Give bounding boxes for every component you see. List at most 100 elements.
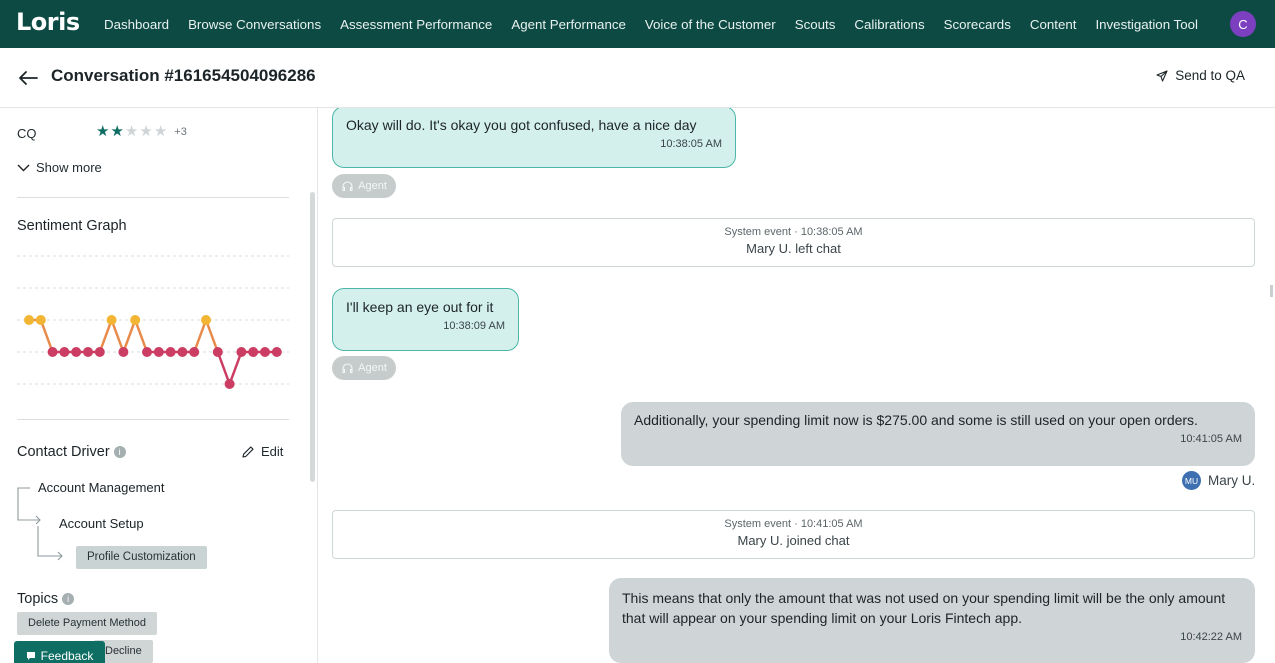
headset-icon — [342, 180, 353, 191]
nav-browse-conversations[interactable]: Browse Conversations — [188, 17, 321, 32]
send-to-qa-button[interactable]: Send to QA — [1156, 68, 1245, 83]
sentiment-point[interactable] — [153, 347, 164, 357]
agent-message: Okay will do. It's okay you got confused… — [332, 108, 736, 168]
message-timestamp: 10:41:05 AM — [1180, 433, 1242, 445]
user-avatar[interactable]: C — [1230, 11, 1256, 37]
star-icon: ★ — [124, 123, 139, 140]
sentiment-point[interactable] — [106, 315, 117, 325]
conversation-header: Conversation #161654504096286 Send to QA — [0, 48, 1275, 108]
nav-dashboard[interactable]: Dashboard — [104, 17, 169, 32]
back-arrow-icon[interactable] — [16, 66, 40, 90]
nav-assessment-performance[interactable]: Assessment Performance — [340, 17, 492, 32]
sentiment-point[interactable] — [212, 347, 223, 357]
contact-driver-title: Contact Driver i — [17, 444, 126, 460]
message-timestamp: 10:42:22 AM — [1180, 631, 1242, 643]
sentiment-point[interactable] — [83, 347, 93, 357]
loris-logo[interactable]: Loris — [16, 8, 80, 36]
sentiment-point[interactable] — [165, 347, 176, 357]
chat-scrollbar[interactable] — [1270, 285, 1273, 297]
left-panel: CQ ★ ★ ★ ★ ★ +3 Show more Sentiment Grap… — [0, 108, 318, 663]
sentiment-point[interactable] — [271, 347, 282, 357]
sentiment-segment — [122, 319, 137, 353]
left-scrollbar[interactable] — [310, 192, 315, 482]
nav-links: Dashboard Browse Conversations Assessmen… — [104, 0, 1217, 48]
system-event-meta: System event · 10:38:05 AM — [724, 226, 863, 238]
sentiment-graph — [17, 255, 289, 389]
system-event: System event · 10:38:05 AM Mary U. left … — [332, 218, 1255, 267]
sentiment-point[interactable] — [236, 347, 247, 357]
send-icon — [1156, 69, 1168, 82]
customer-author: MU Mary U. — [1182, 471, 1255, 490]
sentiment-segment — [110, 319, 125, 353]
send-to-qa-label: Send to QA — [1175, 68, 1245, 83]
system-event-message: Mary U. left chat — [746, 241, 841, 256]
sentiment-point[interactable] — [189, 347, 200, 357]
sentiment-segment — [228, 351, 243, 385]
edit-label: Edit — [261, 444, 284, 459]
nav-voice-of-customer[interactable]: Voice of the Customer — [645, 17, 776, 32]
cq-label: CQ — [17, 126, 37, 141]
sentiment-point[interactable] — [260, 347, 270, 357]
agent-tag: Agent — [332, 356, 396, 380]
sentiment-segment — [193, 319, 208, 353]
star-icon: ★ — [139, 123, 153, 140]
divider — [17, 419, 289, 420]
nav-scorecards[interactable]: Scorecards — [944, 17, 1011, 32]
sentiment-point[interactable] — [201, 315, 211, 325]
star-icon: ★ — [153, 123, 168, 140]
cq-star-rating: ★ ★ ★ ★ ★ +3 — [96, 124, 187, 140]
info-icon[interactable]: i — [113, 446, 126, 459]
sentiment-point[interactable] — [118, 347, 129, 357]
show-more-button[interactable]: Show more — [17, 160, 102, 175]
customer-message: This means that only the amount that was… — [609, 578, 1255, 663]
edit-contact-driver-button[interactable]: Edit — [241, 444, 283, 459]
system-event-message: Mary U. joined chat — [737, 533, 850, 548]
sentiment-point[interactable] — [248, 347, 259, 357]
nav-scouts[interactable]: Scouts — [795, 17, 836, 32]
sentiment-point[interactable] — [24, 315, 34, 325]
message-text: I'll keep an eye out for it — [346, 299, 494, 315]
nav-agent-performance[interactable]: Agent Performance — [511, 17, 626, 32]
topic-chip[interactable]: Delete Payment Method — [17, 612, 158, 635]
sentiment-point[interactable] — [224, 379, 235, 389]
cq-more-count: +3 — [174, 126, 187, 138]
top-nav: Loris Dashboard Browse Conversations Ass… — [0, 0, 1275, 48]
sentiment-segment — [204, 319, 219, 353]
sentiment-segment — [39, 319, 54, 353]
sentiment-segment — [98, 319, 113, 353]
sentiment-segment — [216, 351, 231, 385]
system-event: System event · 10:41:05 AM Mary U. joine… — [332, 510, 1255, 559]
sentiment-point[interactable] — [142, 347, 152, 357]
message-timestamp: 10:38:05 AM — [660, 138, 722, 150]
feedback-button[interactable]: Feedback — [14, 641, 105, 663]
feedback-label: Feedback — [40, 649, 94, 663]
sentiment-point[interactable] — [47, 347, 58, 357]
customer-name: Mary U. — [1208, 473, 1256, 488]
sentiment-point[interactable] — [94, 347, 105, 357]
divider — [17, 197, 289, 198]
agent-message: I'll keep an eye out for it 10:38:09 AM — [332, 288, 519, 351]
speech-bubble-icon — [26, 652, 35, 660]
nav-investigation-tool[interactable]: Investigation Tool — [1095, 17, 1198, 32]
message-timestamp: 10:38:09 AM — [443, 320, 505, 332]
message-text: Okay will do. It's okay you got confused… — [346, 117, 697, 133]
agent-tag-label: Agent — [358, 180, 387, 192]
sentiment-point[interactable] — [35, 315, 46, 325]
sentiment-point[interactable] — [71, 347, 82, 357]
info-icon[interactable]: i — [62, 593, 75, 606]
sentiment-segment — [134, 319, 149, 353]
driver-level-2: Account Setup — [59, 516, 144, 531]
star-icon: ★ — [110, 123, 124, 140]
agent-tag-label: Agent — [358, 362, 387, 374]
topics-label: Topics — [17, 591, 59, 607]
chevron-down-icon — [17, 164, 30, 171]
sentiment-point[interactable] — [59, 347, 70, 357]
nav-calibrations[interactable]: Calibrations — [854, 17, 924, 32]
message-text: This means that only the amount that was… — [622, 590, 1226, 626]
nav-content[interactable]: Content — [1030, 17, 1077, 32]
system-event-meta: System event · 10:41:05 AM — [724, 518, 863, 530]
sentiment-point[interactable] — [177, 347, 188, 357]
show-more-label: Show more — [36, 160, 102, 175]
agent-tag: Agent — [332, 174, 396, 198]
sentiment-point[interactable] — [130, 315, 141, 325]
